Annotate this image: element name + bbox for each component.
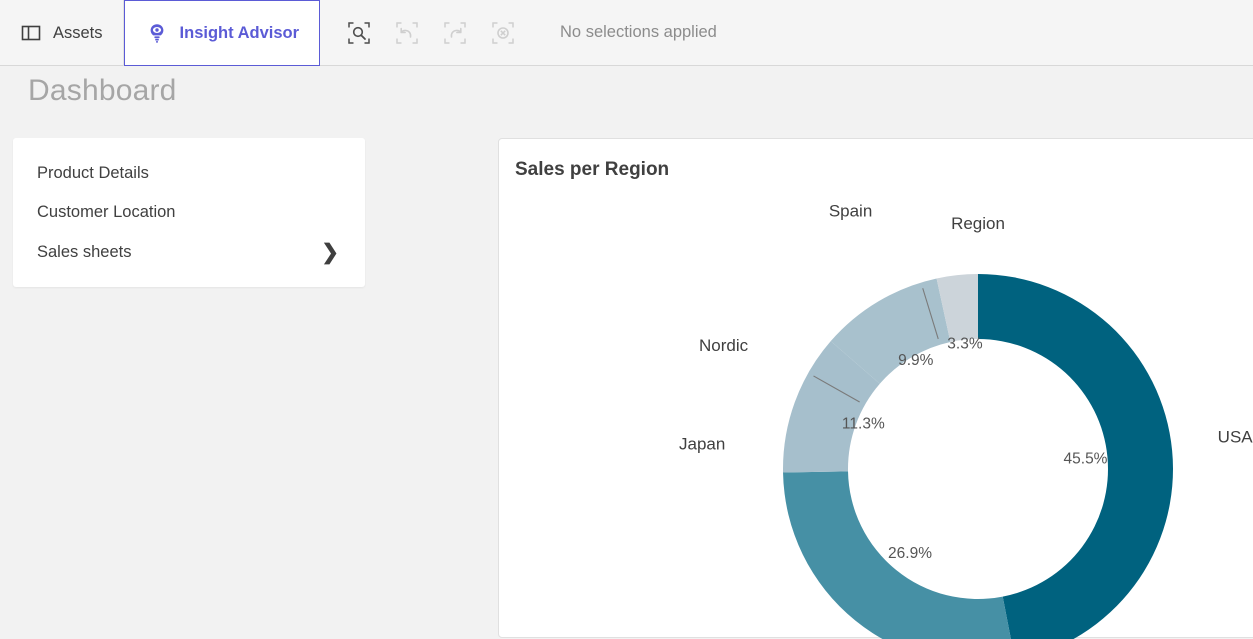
selection-status-text: No selections applied <box>560 23 717 42</box>
page-title: Dashboard <box>28 74 177 108</box>
sheet-list-card: Product Details Customer Location Sales … <box>13 138 365 287</box>
slice-percentage-label: 26.9% <box>888 545 932 562</box>
list-item[interactable]: Sales sheets ❯ <box>13 232 365 273</box>
dimension-label: Region <box>951 214 1005 233</box>
slice-category-label: Spain <box>829 201 872 220</box>
slice-category-label: Japan <box>679 435 725 454</box>
list-item-label: Customer Location <box>37 203 176 222</box>
panel-icon <box>20 22 42 44</box>
list-item[interactable]: Product Details <box>13 154 365 193</box>
selection-search-icon[interactable] <box>346 20 372 46</box>
slice-category-label: USA <box>1218 427 1253 446</box>
lightbulb-eye-icon <box>145 21 169 45</box>
clear-selections-icon[interactable] <box>490 20 516 46</box>
donut-chart[interactable]: 45.5% 26.9% 11.3% 9.9% 3.3% USA Japan Nordic Spa… <box>499 139 1253 639</box>
slice-percentage-label: 45.5% <box>1064 451 1108 468</box>
tab-assets-label: Assets <box>53 24 103 43</box>
chart-panel: Sales per Region 45.5%26.9%11.3%9.9%3.3%… <box>498 138 1253 638</box>
redo-icon[interactable] <box>442 20 468 46</box>
tab-assets[interactable]: Assets <box>0 0 124 66</box>
tab-insight-advisor[interactable]: Insight Advisor <box>124 0 320 66</box>
slice-percentage-label: 3.3% <box>947 336 983 353</box>
slice-percentage-label: 9.9% <box>898 352 934 369</box>
tab-insight-advisor-label: Insight Advisor <box>180 24 299 43</box>
slice-category-label: Nordic <box>699 336 749 355</box>
slice-percentage-label: 11.3% <box>842 415 885 432</box>
list-item-label: Sales sheets <box>37 243 131 262</box>
list-item[interactable]: Customer Location <box>13 193 365 232</box>
list-item-label: Product Details <box>37 164 149 183</box>
undo-icon[interactable] <box>394 20 420 46</box>
chevron-right-icon: ❯ <box>321 242 339 263</box>
top-toolbar: Assets Insight Advisor <box>0 0 1253 66</box>
selection-toolbar: No selections applied <box>320 0 717 65</box>
